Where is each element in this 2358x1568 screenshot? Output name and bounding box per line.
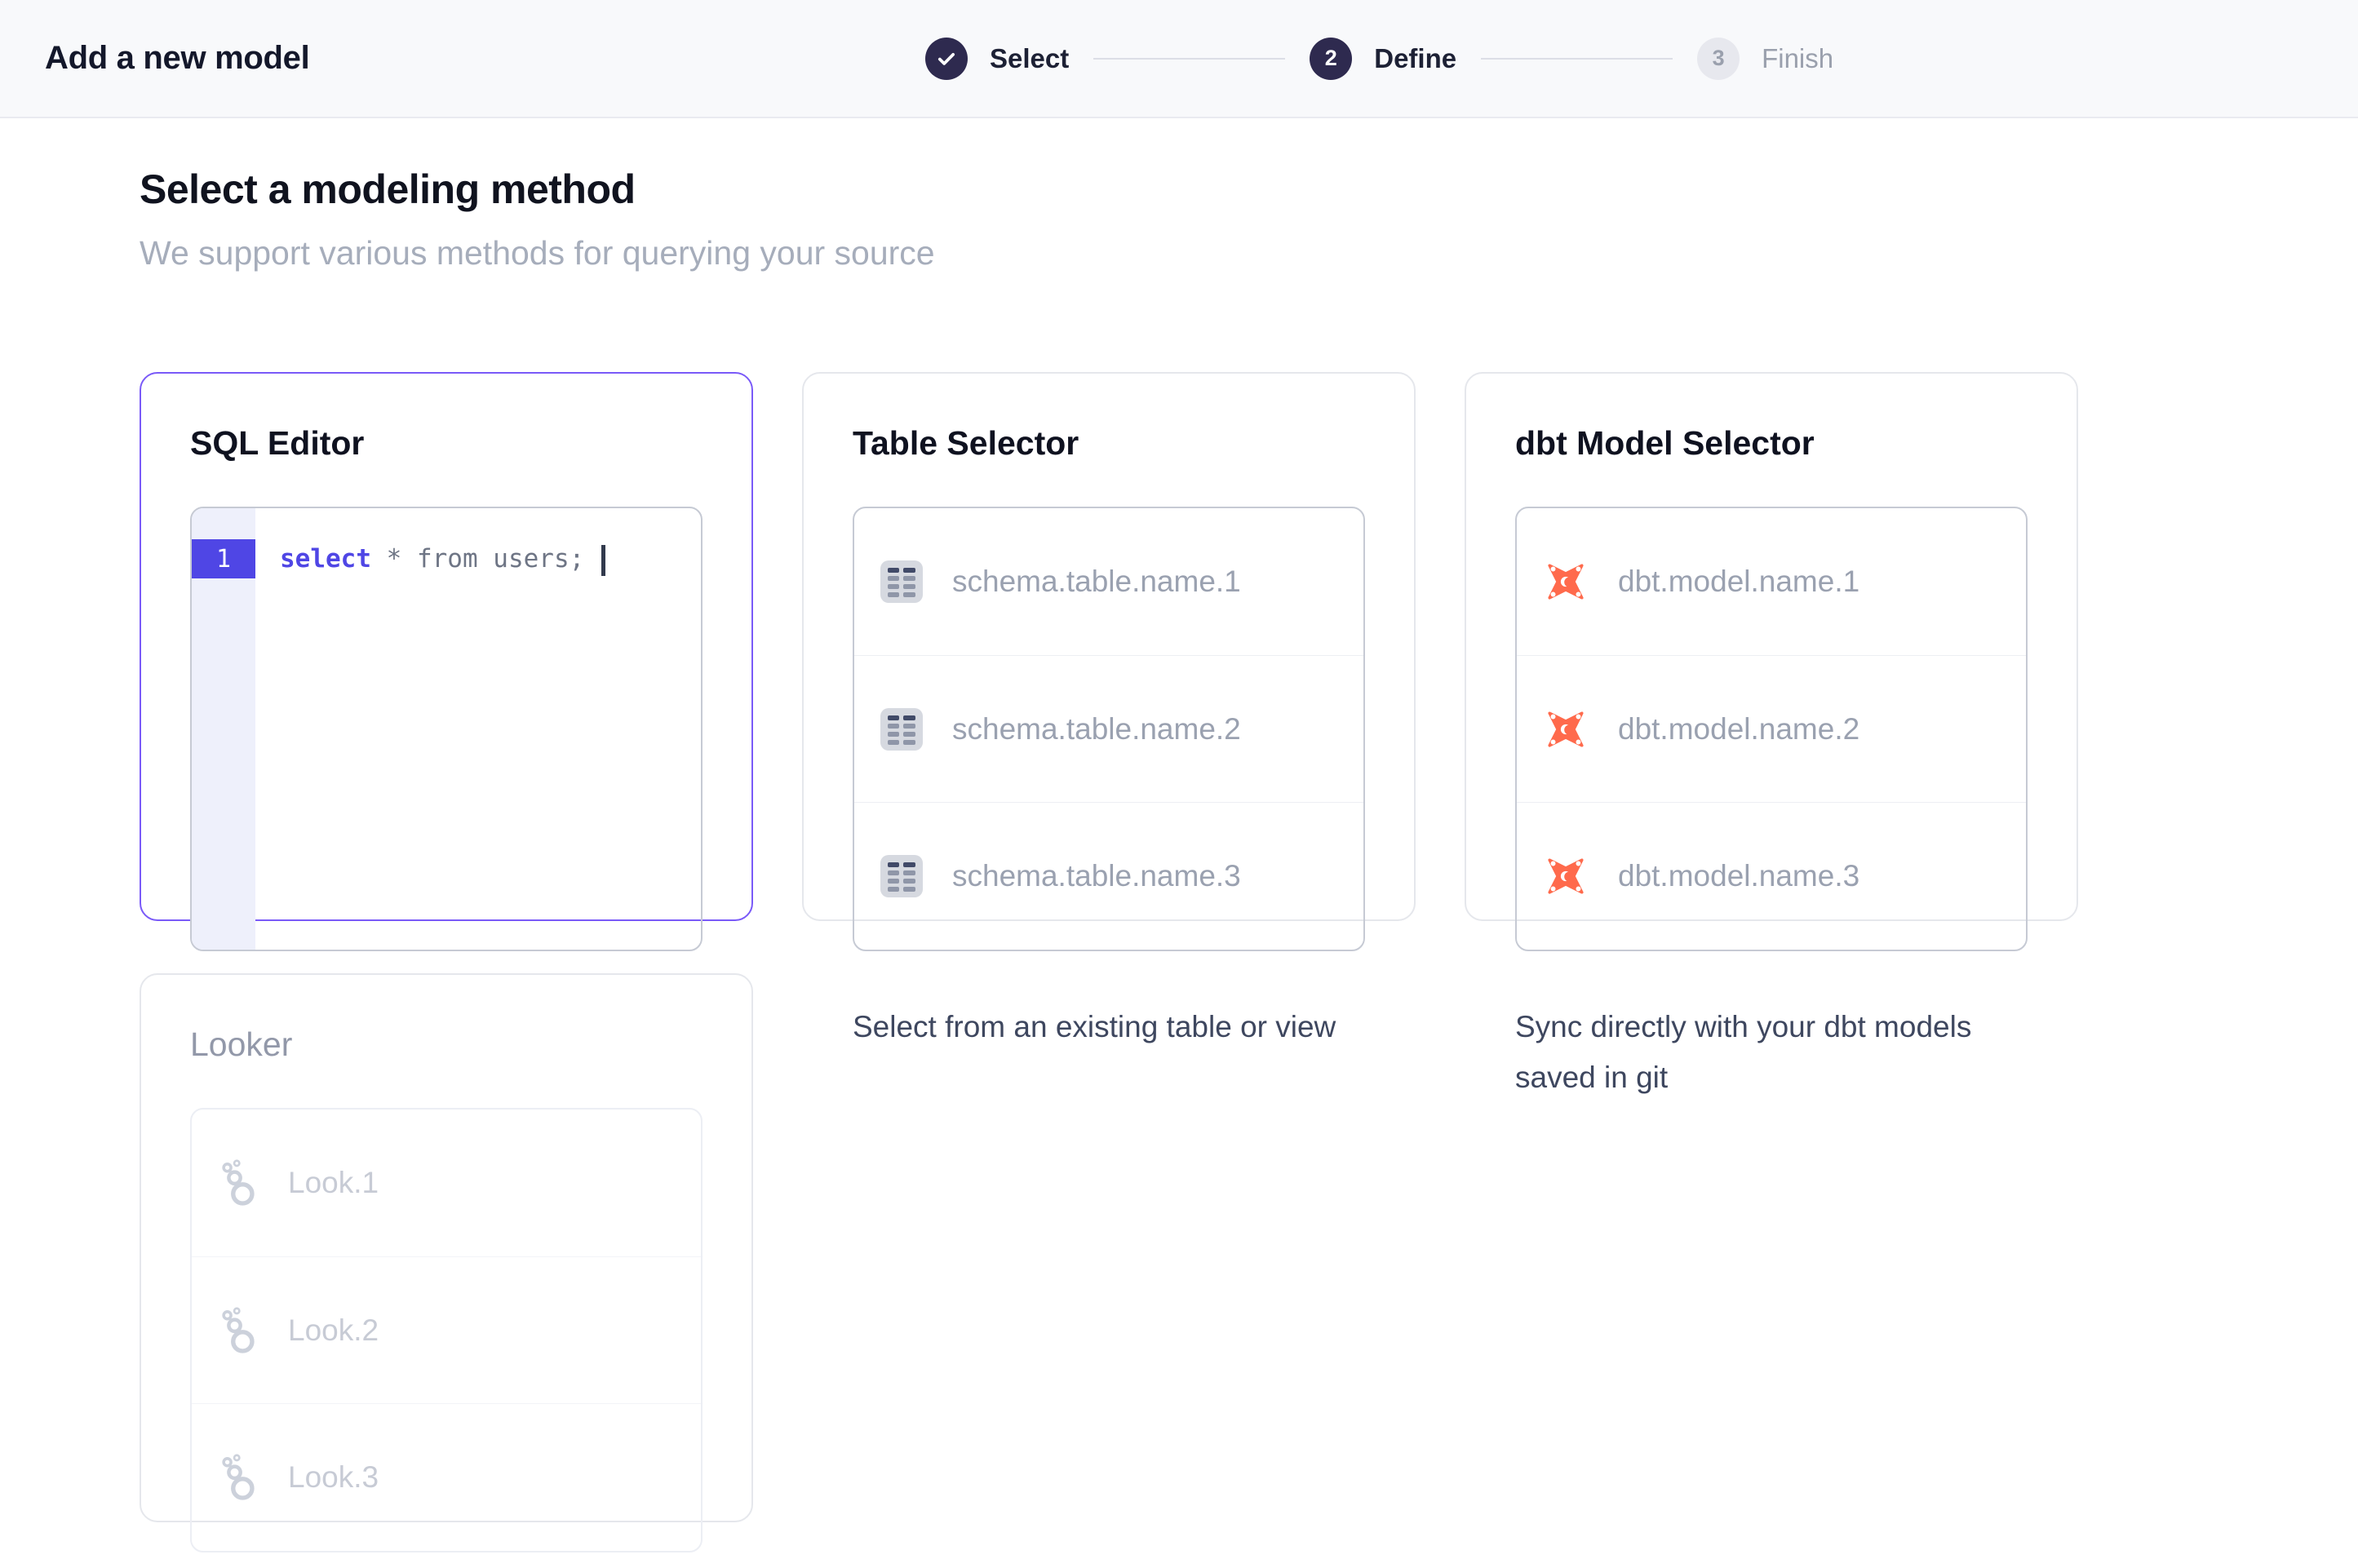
dbt-icon [1543, 706, 1589, 752]
text-cursor [601, 545, 605, 576]
list-item: schema.table.name.1 [854, 508, 1363, 656]
table-list-preview: schema.table.name.1 [853, 507, 1365, 951]
table-icon [880, 855, 923, 897]
step-connector [1093, 58, 1285, 60]
card-title: Table Selector [853, 424, 1365, 463]
section-heading: Select a modeling method [140, 166, 2358, 213]
step-number-circle: 2 [1310, 38, 1352, 80]
dbt-list-preview: dbt.model.name.1 [1515, 507, 2028, 951]
step-connector [1481, 58, 1673, 60]
looker-icon [218, 1307, 259, 1354]
sql-keyword: select [280, 544, 371, 574]
list-item-label: dbt.model.name.2 [1618, 712, 1859, 746]
list-item: Look.2 [192, 1257, 701, 1405]
list-item: dbt.model.name.1 [1517, 508, 2026, 656]
card-description: Sync directly with your dbt models saved… [1515, 1002, 2005, 1103]
modeling-method-page: Select a modeling method We support vari… [0, 166, 2358, 1522]
dbt-icon [1543, 559, 1589, 605]
list-item: schema.table.name.2 [854, 656, 1363, 804]
list-item-label: schema.table.name.2 [952, 712, 1241, 746]
card-title: dbt Model Selector [1515, 424, 2028, 463]
step-complete-circle [925, 38, 968, 80]
card-dbt-model-selector[interactable]: dbt Model Selector [1465, 372, 2078, 921]
sql-code: * from users; [371, 544, 600, 574]
table-icon [880, 560, 923, 603]
table-icon [880, 708, 923, 751]
step-select[interactable]: Select [925, 38, 1069, 80]
card-title: Looker [190, 1025, 703, 1064]
step-label: Define [1374, 43, 1456, 74]
step-label: Select [990, 43, 1069, 74]
card-looker: Looker Look.1 [140, 973, 753, 1522]
list-item: schema.table.name.3 [854, 803, 1363, 950]
page-title: Add a new model [45, 40, 309, 77]
list-item-label: dbt.model.name.1 [1618, 565, 1859, 599]
list-item: dbt.model.name.3 [1517, 803, 2026, 950]
list-item-label: Look.3 [288, 1460, 379, 1495]
list-item-label: Look.1 [288, 1166, 379, 1200]
card-title: SQL Editor [190, 424, 703, 463]
list-item-label: schema.table.name.1 [952, 565, 1241, 599]
line-number: 1 [192, 539, 255, 578]
code-line: select * from users; [255, 508, 701, 950]
editor-gutter: 1 [192, 508, 255, 950]
step-finish: 3 Finish [1697, 38, 1833, 80]
list-item-label: schema.table.name.3 [952, 859, 1241, 893]
stepper: Select 2 Define 3 Finish [925, 0, 1833, 117]
wizard-top-bar: Add a new model Select 2 Define 3 Finish [0, 0, 2358, 118]
list-item-label: Look.2 [288, 1313, 379, 1348]
section-subheading: We support various methods for querying … [140, 234, 2358, 272]
step-label: Finish [1762, 43, 1833, 74]
step-define[interactable]: 2 Define [1310, 38, 1456, 80]
looker-list-preview: Look.1 Look.2 [190, 1108, 703, 1552]
check-icon [935, 47, 958, 70]
looker-icon [218, 1454, 259, 1501]
card-description: Select from an existing table or view [853, 1002, 1342, 1052]
list-item: Look.3 [192, 1404, 701, 1551]
list-item-label: dbt.model.name.3 [1618, 859, 1859, 893]
step-number-circle: 3 [1697, 38, 1740, 80]
dbt-icon [1543, 853, 1589, 899]
method-cards: SQL Editor 1 select * from users; Create… [140, 372, 2358, 1522]
list-item: Look.1 [192, 1110, 701, 1257]
card-sql-editor[interactable]: SQL Editor 1 select * from users; Create… [140, 372, 753, 921]
card-table-selector[interactable]: Table Selector [802, 372, 1416, 921]
list-item: dbt.model.name.2 [1517, 656, 2026, 804]
looker-icon [218, 1159, 259, 1207]
sql-editor-preview: 1 select * from users; [190, 507, 703, 951]
